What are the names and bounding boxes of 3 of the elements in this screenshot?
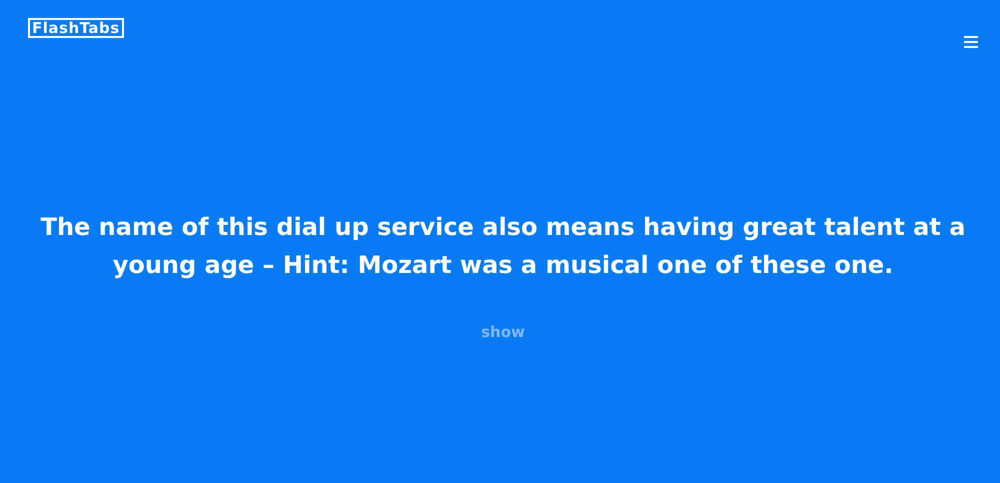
question-text: The name of this dial up service also means having great talent at a young age – Hint: Mozart was a musical one of these one. bbox=[40, 212, 966, 282]
site-logo[interactable]: FlashTabs bbox=[28, 18, 124, 38]
menu-icon[interactable] bbox=[964, 36, 978, 48]
